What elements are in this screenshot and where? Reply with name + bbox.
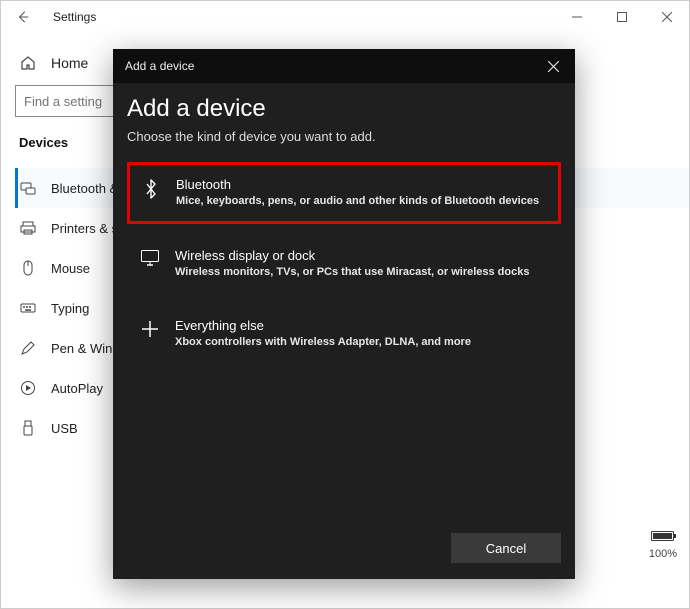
option-wireless-display[interactable]: Wireless display or dock Wireless monito… [127,234,561,294]
dialog-content: Add a device Choose the kind of device y… [113,83,575,533]
keyboard-icon [19,300,37,316]
bluetooth-devices-icon [19,180,37,196]
option-text: Everything else Xbox controllers with Wi… [175,318,471,350]
arrow-left-icon [16,10,30,24]
display-icon [139,248,161,266]
option-desc: Wireless monitors, TVs, or PCs that use … [175,265,529,280]
home-label: Home [51,55,88,71]
home-icon [19,55,37,71]
settings-window: Settings Home Devices [0,0,690,609]
nav-item-label: Typing [51,301,89,316]
dialog-subheading: Choose the kind of device you want to ad… [127,129,561,144]
option-text: Bluetooth Mice, keyboards, pens, or audi… [176,177,539,209]
option-title: Bluetooth [176,177,539,192]
minimize-button[interactable] [554,2,599,32]
close-icon [548,61,559,72]
add-device-dialog: Add a device Add a device Choose the kin… [113,49,575,579]
option-everything-else[interactable]: Everything else Xbox controllers with Wi… [127,304,561,364]
close-icon [662,12,672,22]
plus-icon [139,318,161,338]
dialog-close-button[interactable] [531,49,575,83]
option-desc: Xbox controllers with Wireless Adapter, … [175,335,471,350]
maximize-icon [617,12,627,22]
battery-status: 100% [649,529,677,560]
option-text: Wireless display or dock Wireless monito… [175,248,529,280]
option-bluetooth[interactable]: Bluetooth Mice, keyboards, pens, or audi… [127,162,561,224]
titlebar: Settings [1,1,689,33]
pen-icon [19,340,37,356]
dialog-heading: Add a device [127,95,561,123]
bluetooth-icon [140,177,162,199]
battery-icon [651,529,677,543]
nav-item-label: AutoPlay [51,381,103,396]
option-title: Wireless display or dock [175,248,529,263]
battery-percent: 100% [649,548,677,560]
printer-icon [19,220,37,236]
maximize-button[interactable] [599,2,644,32]
close-button[interactable] [644,2,689,32]
usb-icon [19,420,37,436]
cancel-button[interactable]: Cancel [451,533,561,563]
window-controls [554,2,689,32]
nav-item-label: Mouse [51,261,90,276]
back-button[interactable] [9,3,37,31]
nav-item-label: USB [51,421,78,436]
dialog-footer: Cancel [113,533,575,579]
minimize-icon [572,12,582,22]
dialog-titlebar: Add a device [113,49,575,83]
option-desc: Mice, keyboards, pens, or audio and othe… [176,194,539,209]
window-title: Settings [53,10,96,24]
titlebar-left: Settings [9,3,96,31]
autoplay-icon [19,380,37,396]
option-title: Everything else [175,318,471,333]
mouse-icon [19,260,37,276]
dialog-title: Add a device [125,59,194,73]
